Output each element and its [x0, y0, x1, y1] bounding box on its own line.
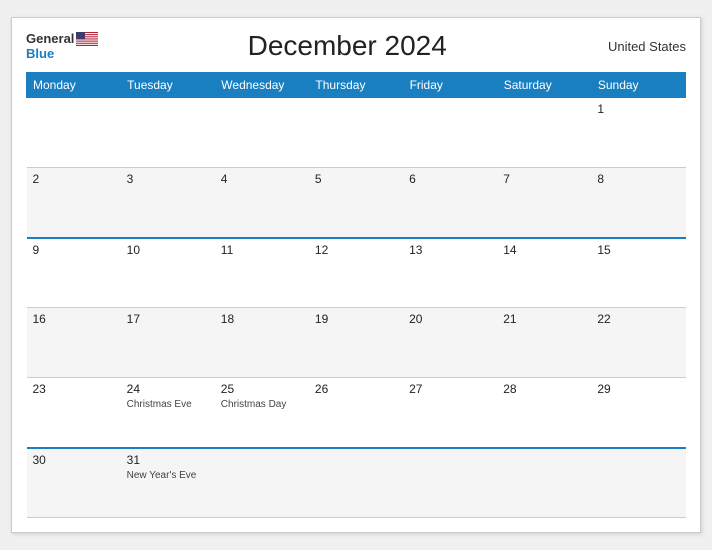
logo-general-text: General: [26, 31, 74, 46]
calendar-cell: 9: [27, 238, 121, 308]
calendar-cell: 18: [215, 308, 309, 378]
calendar-cell: [121, 98, 215, 168]
calendar-cell: [309, 448, 403, 518]
calendar-cell: [215, 448, 309, 518]
day-number: 4: [221, 172, 303, 186]
calendar-cell: 8: [591, 168, 685, 238]
calendar-cell: 25 Christmas Day: [215, 378, 309, 448]
calendar-cell: 26: [309, 378, 403, 448]
day-number: 22: [597, 312, 679, 326]
calendar-title: December 2024: [98, 30, 596, 62]
calendar-cell: [27, 98, 121, 168]
day-number: 23: [33, 382, 115, 396]
calendar-cell: 21: [497, 308, 591, 378]
calendar-cell: [309, 98, 403, 168]
day-number: 6: [409, 172, 491, 186]
calendar-cell: 6: [403, 168, 497, 238]
calendar-cell: 30: [27, 448, 121, 518]
day-number: 2: [33, 172, 115, 186]
calendar-cell: 10: [121, 238, 215, 308]
day-number: 24: [127, 382, 209, 396]
calendar-cell: 31 New Year's Eve: [121, 448, 215, 518]
day-number: 7: [503, 172, 585, 186]
day-number: 8: [597, 172, 679, 186]
calendar-cell: [403, 448, 497, 518]
day-number: 13: [409, 243, 491, 257]
day-number: 17: [127, 312, 209, 326]
calendar-cell: [215, 98, 309, 168]
calendar-cell: [591, 448, 685, 518]
day-number: 1: [597, 102, 679, 116]
day-number: 28: [503, 382, 585, 396]
calendar-cell: 12: [309, 238, 403, 308]
calendar-cell: 7: [497, 168, 591, 238]
country-label: United States: [596, 39, 686, 54]
holiday-label: Christmas Day: [221, 398, 303, 411]
day-number: 31: [127, 453, 209, 467]
weekday-header-monday: Monday: [27, 73, 121, 98]
weekday-header-thursday: Thursday: [309, 73, 403, 98]
calendar-cell: [497, 98, 591, 168]
week-row-5: 23 24 Christmas Eve 25 Christmas Day 26 27 28 29: [27, 378, 686, 448]
calendar-cell: 13: [403, 238, 497, 308]
calendar-cell: 11: [215, 238, 309, 308]
day-number: 3: [127, 172, 209, 186]
day-number: 11: [221, 243, 303, 257]
day-number: 30: [33, 453, 115, 467]
day-number: 15: [597, 243, 679, 257]
day-number: 26: [315, 382, 397, 396]
weekday-header-friday: Friday: [403, 73, 497, 98]
day-number: 5: [315, 172, 397, 186]
logo: General Blue: [26, 31, 98, 61]
weekday-header-tuesday: Tuesday: [121, 73, 215, 98]
calendar-cell: [403, 98, 497, 168]
logo-blue-text: Blue: [26, 46, 54, 61]
calendar-cell: 23: [27, 378, 121, 448]
calendar-cell: 29: [591, 378, 685, 448]
calendar-cell: 15: [591, 238, 685, 308]
day-number: 19: [315, 312, 397, 326]
holiday-label: New Year's Eve: [127, 469, 209, 482]
calendar-cell: [497, 448, 591, 518]
calendar-cell: 24 Christmas Eve: [121, 378, 215, 448]
day-number: 12: [315, 243, 397, 257]
calendar-cell: 28: [497, 378, 591, 448]
calendar-cell: 17: [121, 308, 215, 378]
calendar-cell: 16: [27, 308, 121, 378]
weekday-header-row: MondayTuesdayWednesdayThursdayFridaySatu…: [27, 73, 686, 98]
day-number: 21: [503, 312, 585, 326]
day-number: 29: [597, 382, 679, 396]
calendar-cell: 1: [591, 98, 685, 168]
calendar-cell: 19: [309, 308, 403, 378]
calendar-cell: 22: [591, 308, 685, 378]
day-number: 18: [221, 312, 303, 326]
calendar-cell: 5: [309, 168, 403, 238]
calendar-cell: 20: [403, 308, 497, 378]
day-number: 25: [221, 382, 303, 396]
day-number: 27: [409, 382, 491, 396]
calendar-header: General Blue December 2024 United States: [26, 30, 686, 62]
holiday-label: Christmas Eve: [127, 398, 209, 411]
logo-flag-icon: [76, 32, 98, 46]
week-row-2: 2345678: [27, 168, 686, 238]
day-number: 14: [503, 243, 585, 257]
calendar-cell: 3: [121, 168, 215, 238]
week-row-4: 16 17 18 19 20 21 22: [27, 308, 686, 378]
day-number: 16: [33, 312, 115, 326]
weekday-header-wednesday: Wednesday: [215, 73, 309, 98]
week-row-3: 9 10 11 12 13 14 15: [27, 238, 686, 308]
day-number: 20: [409, 312, 491, 326]
week-row-6: 30 31 New Year's Eve: [27, 448, 686, 518]
calendar-table: MondayTuesdayWednesdayThursdayFridaySatu…: [26, 72, 686, 518]
calendar-cell: 14: [497, 238, 591, 308]
weekday-header-sunday: Sunday: [591, 73, 685, 98]
weekday-header-saturday: Saturday: [497, 73, 591, 98]
calendar-cell: 4: [215, 168, 309, 238]
calendar-cell: 27: [403, 378, 497, 448]
day-number: 10: [127, 243, 209, 257]
calendar-container: General Blue December 2024 United States…: [11, 17, 701, 533]
week-row-1: 1: [27, 98, 686, 168]
day-number: 9: [33, 243, 115, 257]
calendar-cell: 2: [27, 168, 121, 238]
